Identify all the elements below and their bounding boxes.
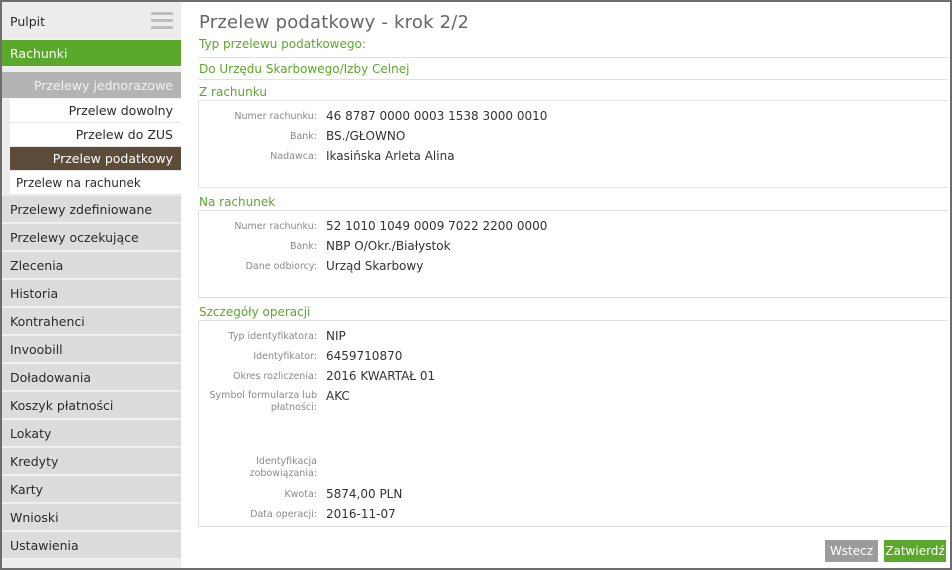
field-label: Data operacji: bbox=[250, 509, 317, 520]
sidebar-item-historia[interactable]: Historia bbox=[2, 280, 181, 307]
sidebar-item-label: Kontrahenci bbox=[10, 314, 85, 329]
sidebar-item-karty[interactable]: Karty bbox=[2, 476, 181, 503]
sidebar-group-label: Przelewy jednorazowe bbox=[33, 78, 173, 93]
sidebar-subitem-label: Przelew do ZUS bbox=[75, 127, 173, 142]
sidebar-subitem-przelew-do-zus[interactable]: Przelew do ZUS bbox=[10, 123, 181, 147]
sidebar-item-pulpit[interactable]: Pulpit bbox=[2, 2, 181, 40]
transfer-type-value: Do Urzędu Skarbowego/Izby Celnej bbox=[199, 62, 410, 76]
section-to-account: Numer rachunku: 52 1010 1049 0009 7022 2… bbox=[198, 210, 948, 298]
amount-value: 5874,00 PLN bbox=[326, 487, 403, 501]
sender-name: Ikasińska Arleta Alina bbox=[326, 149, 455, 163]
sidebar-item-label: Rachunki bbox=[10, 46, 68, 61]
sidebar-item-koszyk-platnosci[interactable]: Koszyk płatności bbox=[2, 392, 181, 419]
sidebar-item-label: Przelewy zdefiniowane bbox=[10, 202, 153, 217]
section-heading-to: Na rachunek bbox=[199, 195, 276, 209]
section-heading-details: Szczegóły operacji bbox=[199, 305, 311, 319]
sidebar-subitem-przelew-na-rachunek-wlasny[interactable]: Przelew na rachunek własny bbox=[10, 171, 181, 214]
back-button[interactable]: Wstecz bbox=[825, 540, 878, 562]
confirm-button[interactable]: Zatwierdź bbox=[884, 540, 946, 562]
field-label: Numer rachunku: bbox=[234, 111, 317, 122]
sidebar-item-ustawienia[interactable]: Ustawienia bbox=[2, 532, 181, 559]
recipient-name: Urząd Skarbowy bbox=[326, 259, 424, 273]
sidebar-item-label: Karty bbox=[10, 482, 44, 497]
sidebar-item-przelewy-oczekujace[interactable]: Przelewy oczekujące bbox=[2, 224, 181, 251]
field-label: Typ identyfikatora: bbox=[228, 331, 317, 342]
sidebar-item-label: Invoobill bbox=[10, 342, 63, 357]
sidebar-subitem-przelew-dowolny[interactable]: Przelew dowolny bbox=[10, 99, 181, 123]
sidebar-item-label: Zlecenia bbox=[10, 258, 64, 273]
to-account-number: 52 1010 1049 0009 7022 2200 0000 bbox=[326, 219, 548, 233]
section-operation-details: Typ identyfikatora: NIP Identyfikator: 6… bbox=[198, 320, 948, 527]
sidebar: Pulpit Rachunki Przelewy jednorazowe Prz… bbox=[2, 2, 181, 568]
field-label: Bank: bbox=[289, 241, 317, 252]
from-account-number: 46 8787 0000 0003 1538 3000 0010 bbox=[326, 109, 548, 123]
sidebar-item-label: Historia bbox=[10, 286, 59, 301]
field-label: Bank: bbox=[289, 131, 317, 142]
sidebar-item-zlecenia[interactable]: Zlecenia bbox=[2, 252, 181, 279]
section-heading-from: Z rachunku bbox=[199, 85, 267, 99]
sidebar-item-lokaty[interactable]: Lokaty bbox=[2, 420, 181, 447]
sidebar-item-wnioski[interactable]: Wnioski bbox=[2, 504, 181, 531]
sidebar-item-kontrahenci[interactable]: Kontrahenci bbox=[2, 308, 181, 335]
field-label: Symbol formularza lub płatności: bbox=[209, 390, 317, 413]
page-title: Przelew podatkowy - krok 2/2 bbox=[199, 12, 470, 33]
symbol-value: AKC bbox=[326, 389, 350, 403]
hamburger-menu-icon[interactable] bbox=[151, 12, 173, 30]
transfer-type-heading: Typ przelewu podatkowego: bbox=[199, 37, 366, 51]
operation-date-value: 2016-11-07 bbox=[326, 507, 396, 521]
sidebar-item-doladowania[interactable]: Doładowania bbox=[2, 364, 181, 391]
sidebar-item-label: Wnioski bbox=[10, 510, 59, 525]
main-content: Przelew podatkowy - krok 2/2 Typ przelew… bbox=[198, 2, 948, 568]
period-value: 2016 KWARTAŁ 01 bbox=[326, 369, 436, 383]
to-bank: NBP O/Okr./Białystok bbox=[326, 239, 451, 253]
transfer-type-row: Do Urzędu Skarbowego/Izby Celnej bbox=[198, 57, 948, 80]
sidebar-item-label: Przelewy oczekujące bbox=[10, 230, 139, 245]
field-label: Identyfikator: bbox=[253, 351, 317, 362]
sidebar-item-label: Pulpit bbox=[10, 14, 46, 29]
sidebar-item-label: Kredyty bbox=[10, 454, 59, 469]
sidebar-item-label: Doładowania bbox=[10, 370, 92, 385]
field-label: Identyfikacja zobowiązania: bbox=[249, 456, 317, 479]
sidebar-subitem-przelew-podatkowy[interactable]: Przelew podatkowy bbox=[10, 147, 181, 171]
sidebar-subitem-label: Przelew dowolny bbox=[68, 103, 173, 118]
sidebar-item-label: Ustawienia bbox=[10, 538, 79, 553]
field-label: Numer rachunku: bbox=[234, 221, 317, 232]
from-bank: BS./GŁOWNO bbox=[326, 129, 406, 143]
sidebar-group-przelewy-jednorazowe[interactable]: Przelewy jednorazowe bbox=[2, 72, 181, 99]
field-label: Dane odbiorcy: bbox=[245, 261, 317, 272]
identifier-value: 6459710870 bbox=[326, 349, 403, 363]
field-label: Nadawca: bbox=[270, 151, 317, 162]
sidebar-item-kredyty[interactable]: Kredyty bbox=[2, 448, 181, 475]
sidebar-item-invoobill[interactable]: Invoobill bbox=[2, 336, 181, 363]
sidebar-item-label: Lokaty bbox=[10, 426, 52, 441]
sidebar-subitem-label: Przelew podatkowy bbox=[52, 151, 173, 166]
sidebar-item-przelewy-zdefiniowane[interactable]: Przelewy zdefiniowane bbox=[2, 196, 181, 223]
field-label: Okres rozliczenia: bbox=[232, 371, 317, 382]
sidebar-item-rachunki[interactable]: Rachunki bbox=[2, 40, 181, 67]
section-from-account: Numer rachunku: 46 8787 0000 0003 1538 3… bbox=[198, 100, 948, 188]
field-label: Kwota: bbox=[284, 489, 317, 500]
sidebar-item-label: Koszyk płatności bbox=[10, 398, 114, 413]
id-type-value: NIP bbox=[326, 329, 346, 343]
